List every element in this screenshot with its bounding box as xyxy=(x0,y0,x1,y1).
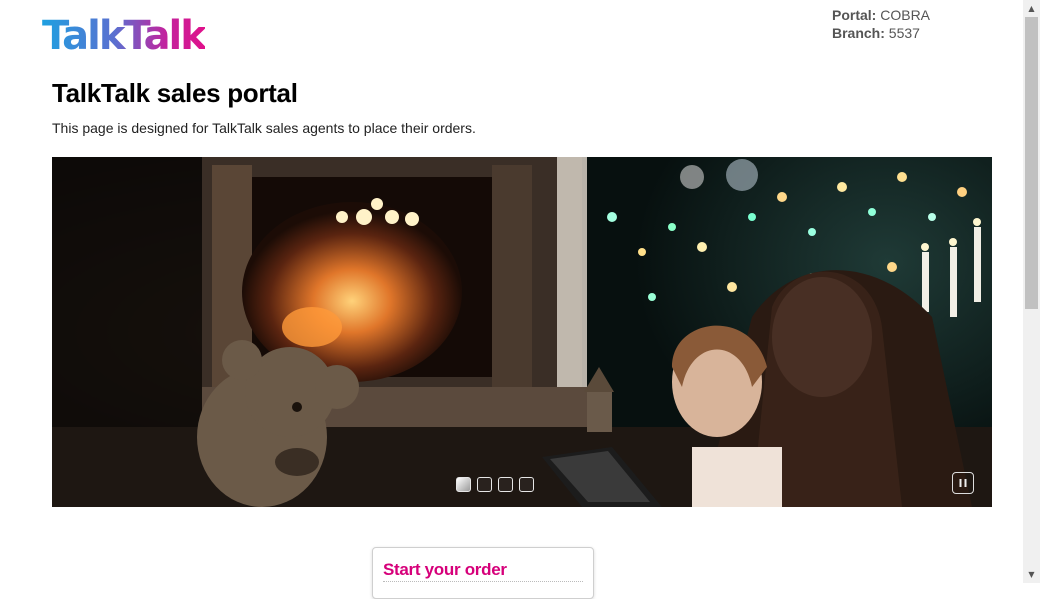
page-title: TalkTalk sales portal xyxy=(52,78,298,108)
hero-image xyxy=(52,157,992,507)
carousel-dot-1[interactable] xyxy=(456,477,471,492)
order-divider xyxy=(383,581,583,582)
portal-label: Portal: xyxy=(832,7,877,23)
portal-info: Portal: COBRA xyxy=(832,6,930,24)
start-order-card[interactable]: Start your order xyxy=(372,547,594,599)
vertical-scrollbar[interactable]: ▲ ▼ xyxy=(1023,0,1040,583)
pause-icon xyxy=(959,479,967,487)
branch-info: Branch: 5537 xyxy=(832,24,930,42)
pause-button[interactable] xyxy=(952,472,974,494)
start-order-title[interactable]: Start your order xyxy=(383,560,507,580)
carousel-dot-3[interactable] xyxy=(498,477,513,492)
branch-value: 5537 xyxy=(888,25,920,41)
carousel-dots xyxy=(456,477,534,492)
portal-meta: Portal: COBRA Branch: 5537 xyxy=(832,6,930,42)
carousel-dot-2[interactable] xyxy=(477,477,492,492)
scrollbar-thumb[interactable] xyxy=(1025,17,1038,309)
portal-value: COBRA xyxy=(880,7,931,23)
page-description: This page is designed for TalkTalk sales… xyxy=(52,120,476,136)
branch-label: Branch: xyxy=(832,25,885,41)
carousel-dot-4[interactable] xyxy=(519,477,534,492)
scroll-down-arrow-icon[interactable]: ▼ xyxy=(1023,566,1040,583)
hero-carousel[interactable] xyxy=(52,157,992,507)
scroll-up-arrow-icon[interactable]: ▲ xyxy=(1023,0,1040,17)
talktalk-logo: TalkTalk xyxy=(42,13,207,59)
